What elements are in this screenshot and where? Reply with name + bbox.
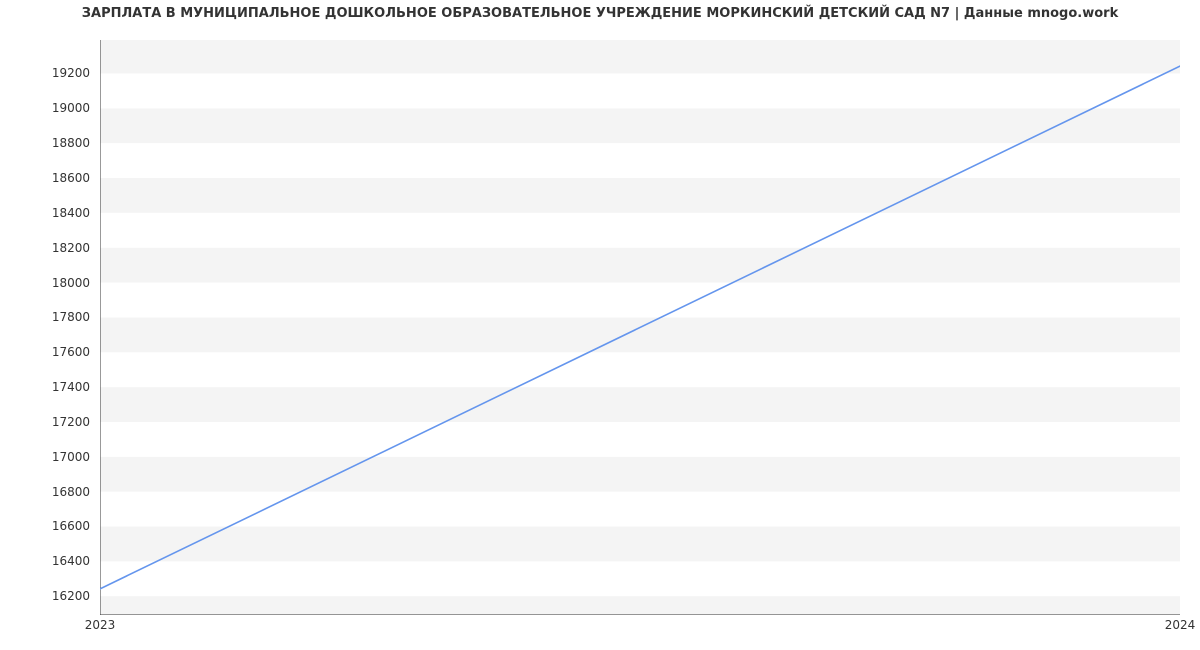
grid-band bbox=[100, 248, 1180, 283]
y-tick-label: 17400 bbox=[0, 380, 90, 394]
grid-band bbox=[100, 283, 1180, 318]
grid-band bbox=[100, 352, 1180, 387]
grid-band bbox=[100, 596, 1180, 615]
grid-band bbox=[100, 178, 1180, 213]
y-tick-label: 18200 bbox=[0, 241, 90, 255]
y-tick-label: 18600 bbox=[0, 171, 90, 185]
y-tick-label: 19200 bbox=[0, 66, 90, 80]
grid-band bbox=[100, 561, 1180, 596]
y-tick-label: 16200 bbox=[0, 589, 90, 603]
x-tick-label: 2023 bbox=[85, 618, 116, 632]
grid-band bbox=[100, 73, 1180, 108]
grid-band bbox=[100, 108, 1180, 143]
grid-band bbox=[100, 40, 1180, 73]
y-tick-label: 19000 bbox=[0, 101, 90, 115]
grid-band bbox=[100, 492, 1180, 527]
y-tick-label: 17000 bbox=[0, 450, 90, 464]
x-tick-label: 2024 bbox=[1165, 618, 1196, 632]
grid-band bbox=[100, 143, 1180, 178]
y-tick-label: 18800 bbox=[0, 136, 90, 150]
y-tick-label: 18400 bbox=[0, 206, 90, 220]
chart-container: ЗАРПЛАТА В МУНИЦИПАЛЬНОЕ ДОШКОЛЬНОЕ ОБРА… bbox=[0, 0, 1200, 650]
grid-band bbox=[100, 387, 1180, 422]
grid-band bbox=[100, 317, 1180, 352]
grid-band bbox=[100, 422, 1180, 457]
y-tick-label: 17800 bbox=[0, 310, 90, 324]
y-tick-label: 17600 bbox=[0, 345, 90, 359]
grid-band bbox=[100, 213, 1180, 248]
y-tick-label: 16600 bbox=[0, 519, 90, 533]
grid-band bbox=[100, 526, 1180, 561]
grid-band bbox=[100, 457, 1180, 492]
plot-svg bbox=[100, 40, 1180, 615]
y-tick-label: 16400 bbox=[0, 554, 90, 568]
y-tick-label: 18000 bbox=[0, 276, 90, 290]
plot-area bbox=[100, 40, 1180, 615]
y-tick-label: 16800 bbox=[0, 485, 90, 499]
chart-title: ЗАРПЛАТА В МУНИЦИПАЛЬНОЕ ДОШКОЛЬНОЕ ОБРА… bbox=[0, 6, 1200, 21]
y-tick-label: 17200 bbox=[0, 415, 90, 429]
